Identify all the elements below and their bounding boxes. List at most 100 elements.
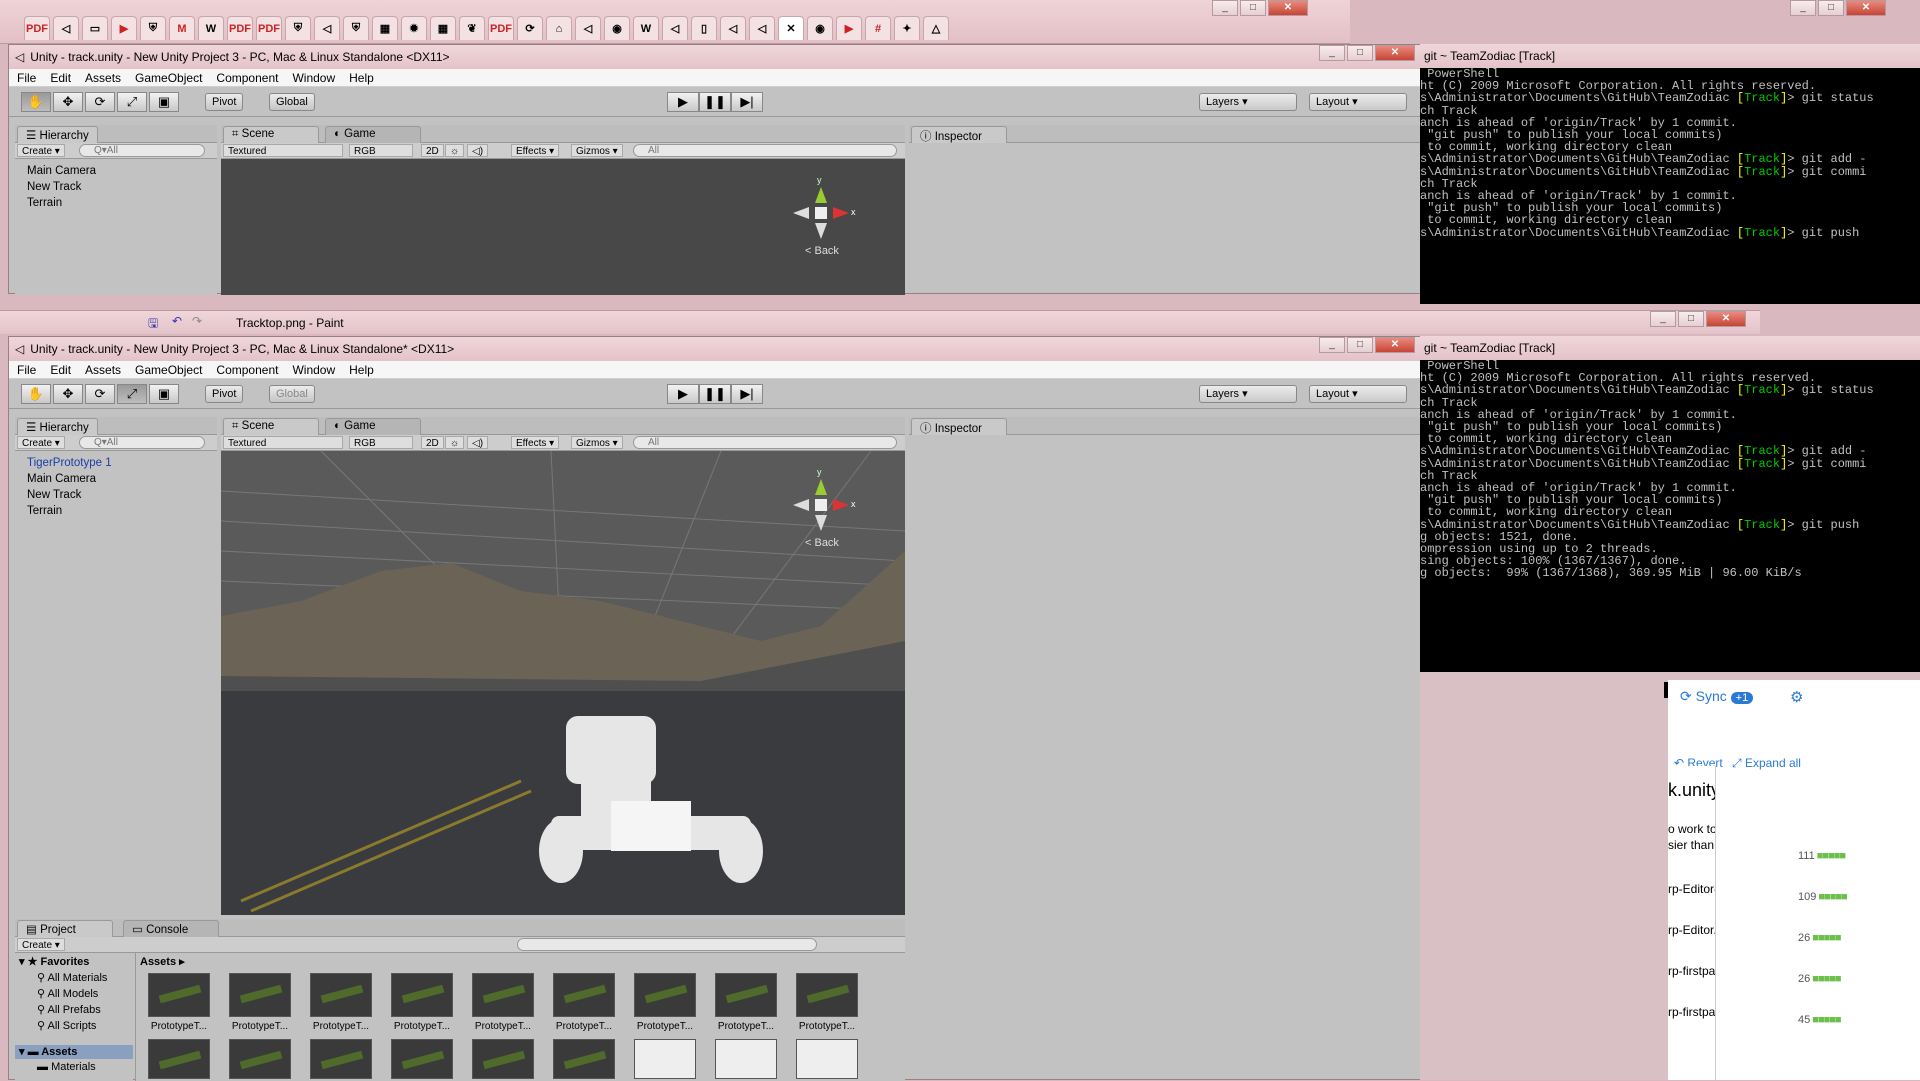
step-button[interactable]: ▶| [731,384,763,404]
hand-tool-button[interactable]: ✋ [21,384,51,404]
menu-edit[interactable]: Edit [50,71,71,85]
menu-assets[interactable]: Assets [85,363,121,377]
maximize-button[interactable]: □ [1240,0,1266,16]
changed-file[interactable]: rp-Editor.cs [1668,923,1715,937]
hierarchy-item[interactable]: Terrain [27,505,62,517]
browser-tab-pdf-icon[interactable]: PDF [256,16,282,40]
close-button[interactable]: ✕ [1846,0,1886,16]
browser-tab-shield-icon[interactable]: ⛨ [285,16,311,40]
menu-component[interactable]: Component [216,71,278,85]
browser-tab-unity-icon[interactable]: ◁ [662,16,688,40]
sync-button[interactable]: ⟳ Sync +1 [1680,688,1754,705]
rect-tool-button[interactable]: ▣ [149,384,179,404]
minimize-button[interactable]: _ [1790,0,1816,16]
menu-gameobject[interactable]: GameObject [135,71,202,85]
favorite-item[interactable]: ⚲ All Prefabs [37,1003,101,1016]
changed-file[interactable]: rp-firstpass [1668,964,1715,978]
pause-button[interactable]: ❚❚ [699,92,731,112]
audio-icon[interactable]: ◁) [467,436,489,449]
hierarchy-item[interactable]: Terrain [27,197,62,209]
pivot-toggle[interactable]: Pivot [205,93,244,111]
browser-tab-unity-icon[interactable]: ◁ [575,16,601,40]
rect-tool-button[interactable]: ▣ [149,92,179,112]
browser-tab-doc-icon[interactable]: ▯ [691,16,717,40]
hierarchy-search-input[interactable]: Q▾All [79,144,205,157]
browser-tab-wiki-icon[interactable]: W [198,16,224,40]
save-icon[interactable]: 🖫 [148,314,158,335]
favorite-item[interactable]: ⚲ All Scripts [37,1019,96,1032]
undo-icon[interactable]: ↶ [172,314,182,328]
asset-thumbnail[interactable] [148,973,210,1017]
render-mode-dropdown[interactable]: RGB [349,436,413,449]
gear-icon[interactable]: ⚙ [1790,688,1803,706]
browser-tab-shield-icon[interactable]: ⛨ [140,16,166,40]
menu-assets[interactable]: Assets [85,71,121,85]
hierarchy-item[interactable]: New Track [27,181,81,193]
play-button[interactable]: ▶ [667,384,699,404]
asset-thumbnail[interactable] [553,1039,615,1079]
close-button[interactable]: ✕ [1375,337,1415,353]
expand-all-button[interactable]: ⤢ Expand all [1732,756,1801,771]
changed-file[interactable]: rp-Editor-v [1668,882,1715,896]
scene-search-input[interactable]: All [633,436,897,449]
browser-tab-youtube-icon[interactable]: ▶ [111,16,137,40]
draw-mode-dropdown[interactable]: Textured [223,436,343,449]
menu-component[interactable]: Component [216,363,278,377]
favorite-item[interactable]: ⚲ All Materials [37,971,107,984]
asset-cube-thumbnail[interactable] [715,1039,777,1079]
favorites-node[interactable]: ▾ ★ Favorites [19,955,89,968]
minimize-button[interactable]: _ [1650,311,1676,327]
scale-tool-button[interactable]: ⤢ [117,92,147,112]
scene-view[interactable]: y x < Back [221,159,905,295]
scale-tool-button[interactable]: ⤢ [117,384,147,404]
browser-tab-close-icon[interactable]: ✕ [778,16,804,40]
layout-dropdown[interactable]: Layout ▾ [1309,93,1407,111]
hierarchy-item[interactable]: New Track [27,489,81,501]
asset-cube-thumbnail[interactable] [796,1039,858,1079]
browser-tab-gmail-icon[interactable]: M [169,16,195,40]
rotate-tool-button[interactable]: ⟳ [85,92,115,112]
project-search-input[interactable] [517,938,817,951]
browser-tab-unity-icon[interactable]: ◁ [314,16,340,40]
close-button[interactable]: ✕ [1375,45,1415,61]
browser-tab-drive-icon[interactable]: △ [923,16,949,40]
tab-inspector[interactable]: ⓘ Inspector [911,418,1007,435]
browser-tab-wiki-icon[interactable]: W [633,16,659,40]
menu-window[interactable]: Window [292,71,335,85]
lighting-icon[interactable]: ☼ [445,436,465,449]
browser-tab-sync-icon[interactable]: ⟳ [517,16,543,40]
browser-tab-sheet-icon[interactable]: ▦ [430,16,456,40]
asset-thumbnail[interactable] [148,1039,210,1079]
menu-file[interactable]: File [17,363,36,377]
menu-window[interactable]: Window [292,363,335,377]
asset-thumbnail[interactable] [310,1039,372,1079]
maximize-button[interactable]: □ [1818,0,1844,16]
tab-console[interactable]: ▭ Console [123,920,219,937]
hierarchy-item[interactable]: Main Camera [27,165,96,177]
hierarchy-item[interactable]: Main Camera [27,473,96,485]
effects-dropdown[interactable]: Effects ▾ [511,436,560,449]
menu-help[interactable]: Help [349,363,374,377]
asset-cube-thumbnail[interactable] [634,1039,696,1079]
pause-button[interactable]: ❚❚ [699,384,731,404]
global-toggle[interactable]: Global [269,385,315,403]
asset-thumbnail[interactable] [553,973,615,1017]
hierarchy-item[interactable]: TigerPrototype 1 [27,457,112,469]
create-dropdown[interactable]: Create ▾ [17,144,65,157]
browser-tab-youtube-icon[interactable]: ▶ [836,16,862,40]
global-toggle[interactable]: Global [269,93,315,111]
terminal-bottom[interactable]: PowerShell ht (C) 2009 Microsoft Corporat… [1420,360,1920,672]
close-button[interactable]: ✕ [1268,0,1308,16]
layers-dropdown[interactable]: Layers ▾ [1199,93,1297,111]
asset-thumbnail[interactable] [229,1039,291,1079]
tab-scene[interactable]: ⌗ Scene [223,418,319,435]
terminal-top[interactable]: PowerShell ht (C) 2009 Microsoft Corporat… [1420,68,1920,304]
minimize-button[interactable]: _ [1319,45,1345,61]
browser-tab-shield-icon[interactable]: ⛨ [343,16,369,40]
step-button[interactable]: ▶| [731,92,763,112]
hand-tool-button[interactable]: ✋ [21,92,51,112]
browser-tab-bird-icon[interactable]: ❦ [459,16,485,40]
asset-thumbnail[interactable] [634,973,696,1017]
asset-thumbnail[interactable] [796,973,858,1017]
changed-file[interactable]: rp-firstpass [1668,1005,1715,1019]
